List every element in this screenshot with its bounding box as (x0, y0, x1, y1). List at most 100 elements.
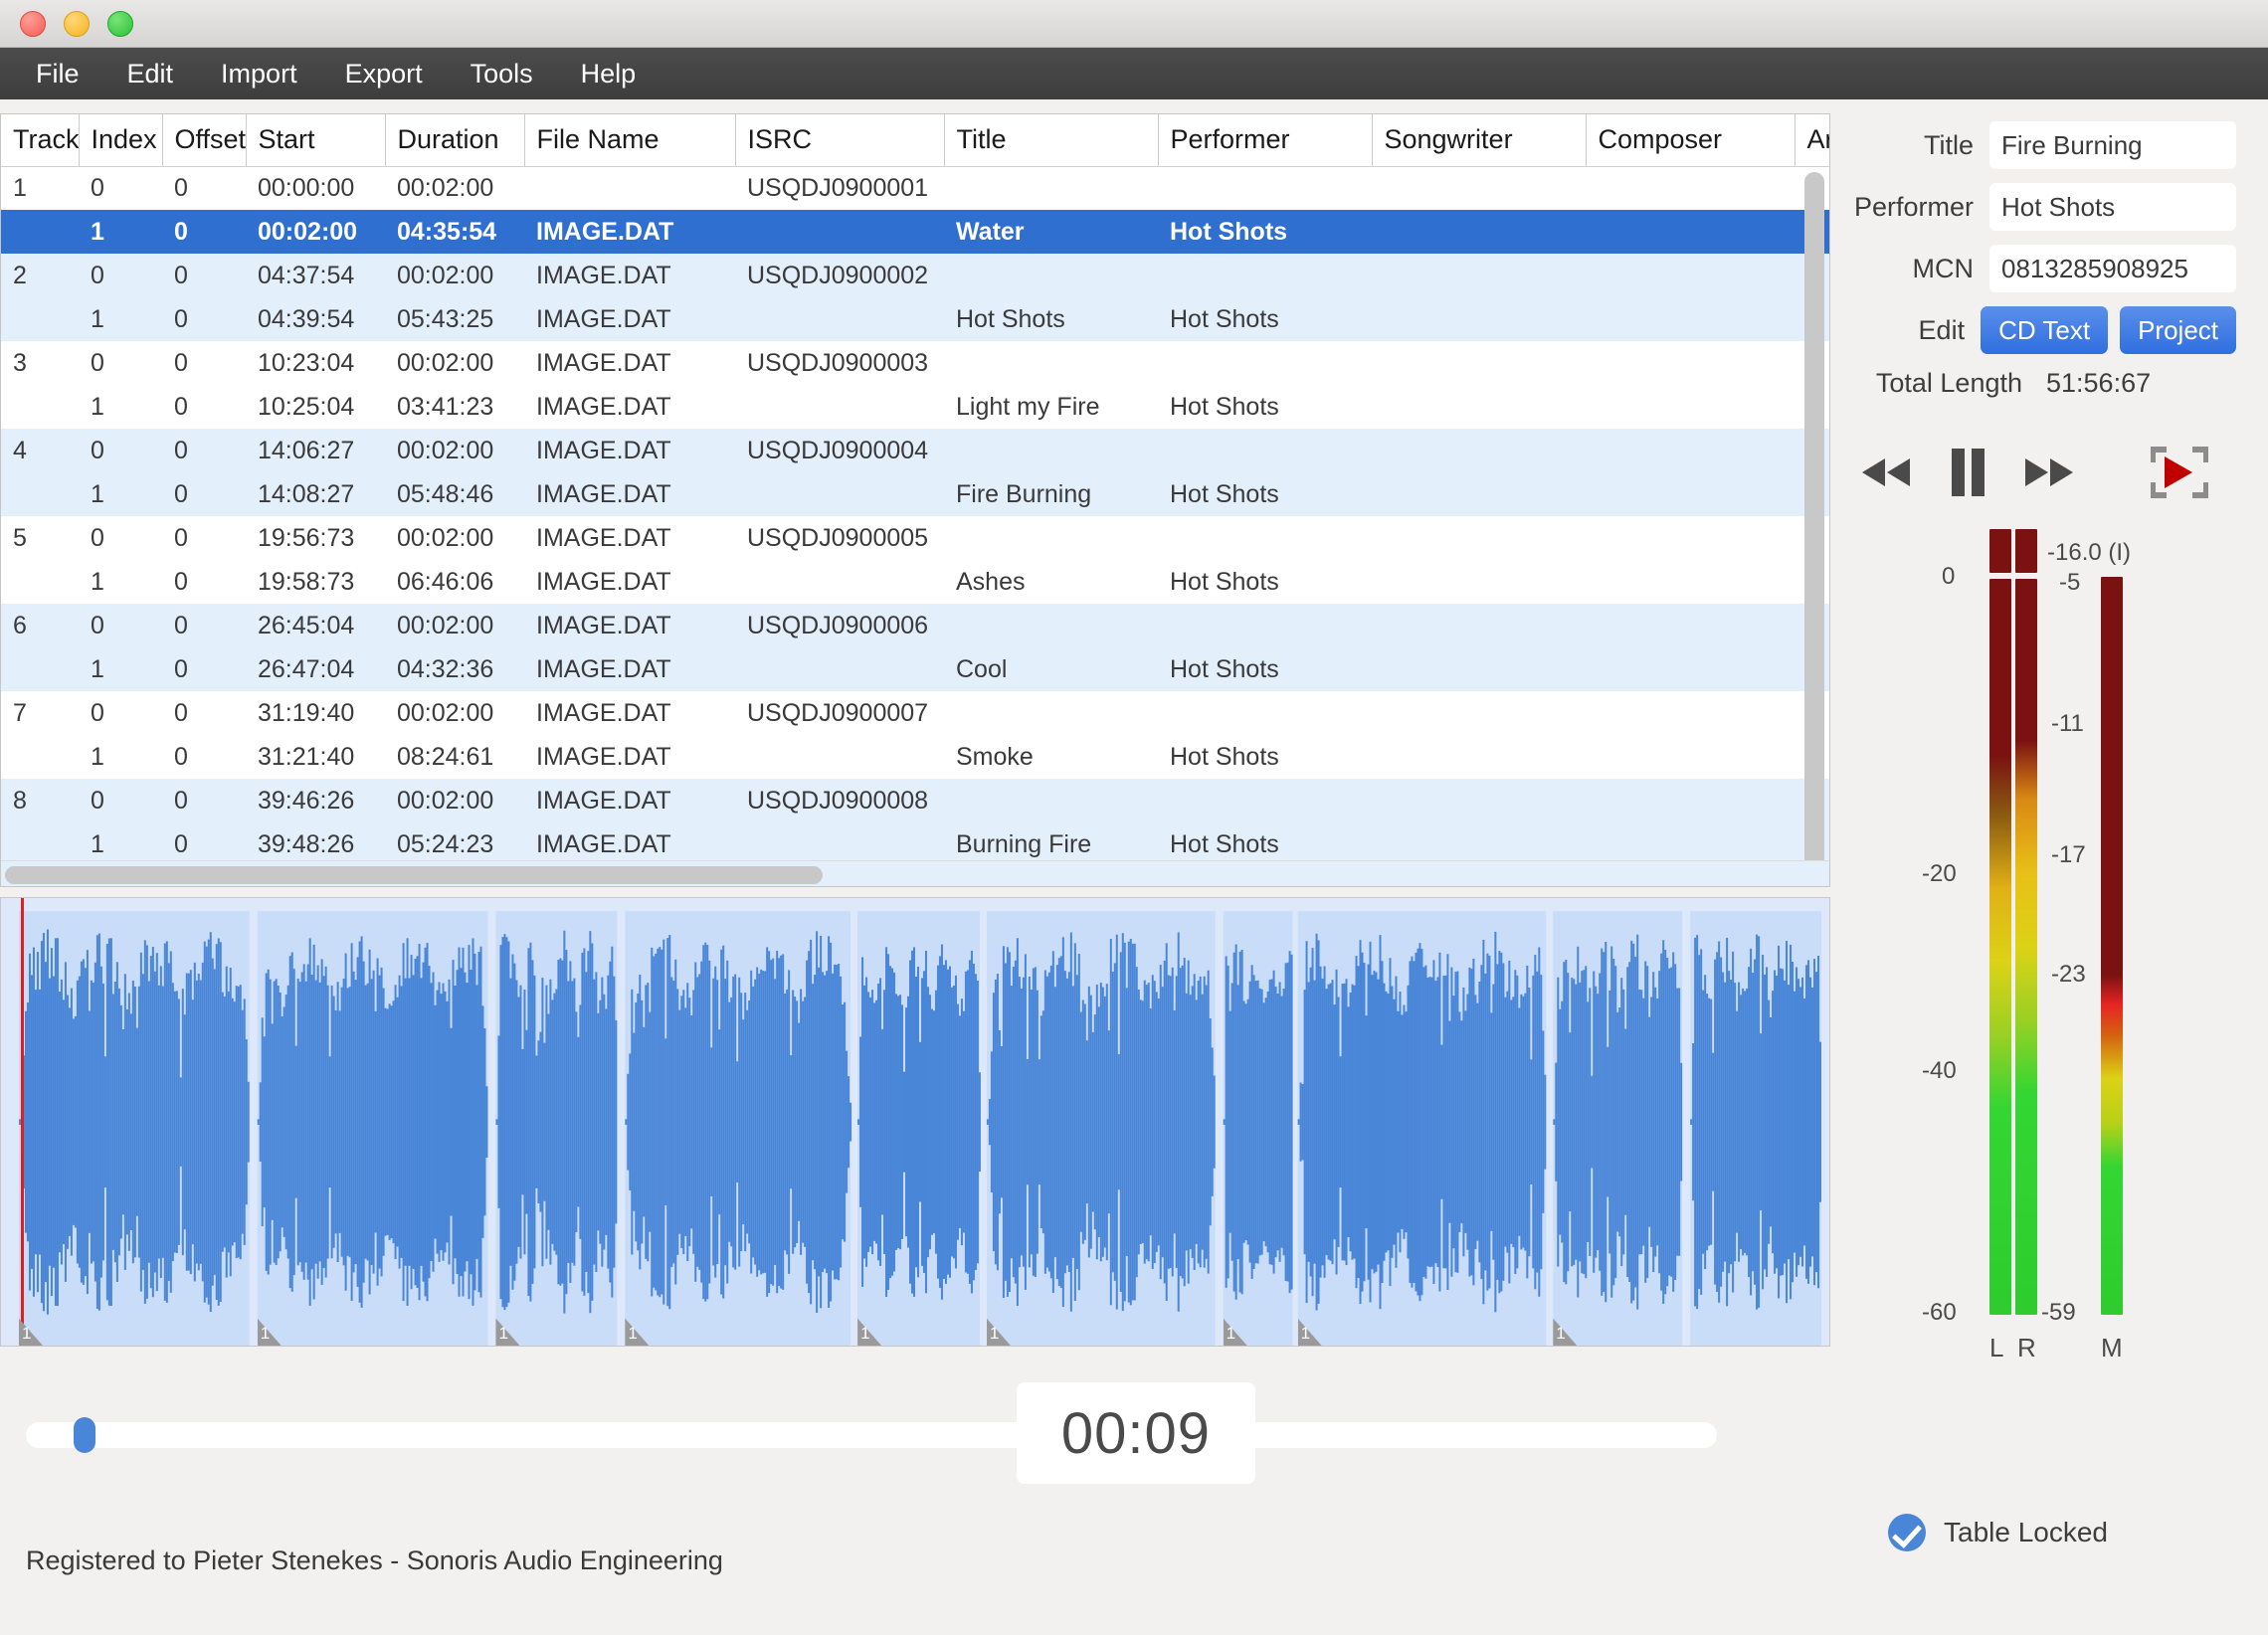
cell-performer[interactable] (1158, 166, 1372, 210)
track-marker[interactable]: 1 (857, 1308, 881, 1346)
waveform-canvas[interactable] (1, 898, 1829, 1346)
cell-file-name[interactable]: IMAGE.DAT (524, 385, 735, 429)
cell-start[interactable]: 19:56:73 (246, 516, 385, 560)
cell-performer[interactable] (1158, 691, 1372, 735)
cell-performer[interactable]: Hot Shots (1158, 297, 1372, 341)
cell-composer[interactable] (1586, 516, 1795, 560)
cell-index[interactable]: 0 (79, 779, 162, 822)
cell-file-name[interactable] (524, 166, 735, 210)
cell-file-name[interactable]: IMAGE.DAT (524, 691, 735, 735)
cell-duration[interactable]: 00:02:00 (385, 779, 524, 822)
cell-file-name[interactable]: IMAGE.DAT (524, 210, 735, 254)
close-window-button[interactable] (20, 11, 46, 37)
track-marker[interactable]: 1 (495, 1308, 519, 1346)
performer-input[interactable] (1989, 183, 2236, 231)
table-row[interactable]: 20004:37:5400:02:00IMAGE.DATUSQDJ0900002 (1, 254, 1830, 297)
column-header-songwriter[interactable]: Songwriter (1372, 114, 1586, 166)
cell-duration[interactable]: 00:02:00 (385, 516, 524, 560)
menu-item-edit[interactable]: Edit (103, 55, 198, 93)
cell-songwriter[interactable] (1372, 560, 1586, 604)
cell-file-name[interactable]: IMAGE.DAT (524, 735, 735, 779)
cell-track[interactable]: 2 (1, 254, 79, 297)
cell-title[interactable]: Ashes (944, 560, 1158, 604)
track-marker[interactable]: 1 (1553, 1308, 1577, 1346)
cell-isrc[interactable] (735, 647, 944, 691)
cell-offset[interactable]: 0 (162, 210, 246, 254)
column-header-track[interactable]: Track (1, 114, 79, 166)
track-marker[interactable]: 1 (987, 1308, 1011, 1346)
column-header-composer[interactable]: Composer (1586, 114, 1795, 166)
cell-title[interactable]: Smoke (944, 735, 1158, 779)
cell-isrc[interactable] (735, 297, 944, 341)
playhead-cursor[interactable] (21, 898, 24, 1346)
cell-file-name[interactable]: IMAGE.DAT (524, 779, 735, 822)
cell-start[interactable]: 31:19:40 (246, 691, 385, 735)
cell-file-name[interactable]: IMAGE.DAT (524, 297, 735, 341)
table-locked-checkbox-icon[interactable] (1888, 1514, 1926, 1551)
cell-track[interactable] (1, 560, 79, 604)
cell-track[interactable]: 8 (1, 779, 79, 822)
cell-track[interactable]: 6 (1, 604, 79, 647)
cell-offset[interactable]: 0 (162, 604, 246, 647)
cell-offset[interactable]: 0 (162, 647, 246, 691)
cell-track[interactable]: 5 (1, 516, 79, 560)
menu-item-help[interactable]: Help (557, 55, 661, 93)
cell-track[interactable] (1, 735, 79, 779)
cell-offset[interactable]: 0 (162, 385, 246, 429)
cell-index[interactable]: 1 (79, 560, 162, 604)
cell-duration[interactable]: 05:48:46 (385, 472, 524, 516)
cell-duration[interactable]: 05:43:25 (385, 297, 524, 341)
cell-composer[interactable] (1586, 341, 1795, 385)
project-button[interactable]: Project (2120, 306, 2236, 354)
cell-duration[interactable]: 00:02:00 (385, 691, 524, 735)
cell-duration[interactable]: 04:32:36 (385, 647, 524, 691)
table-row[interactable]: 1014:08:2705:48:46IMAGE.DATFire BurningH… (1, 472, 1830, 516)
cell-index[interactable]: 0 (79, 166, 162, 210)
cell-track[interactable]: 3 (1, 341, 79, 385)
cell-performer[interactable]: Hot Shots (1158, 385, 1372, 429)
cell-track[interactable]: 1 (1, 166, 79, 210)
cell-offset[interactable]: 0 (162, 341, 246, 385)
cell-duration[interactable]: 00:02:00 (385, 604, 524, 647)
cell-composer[interactable] (1586, 779, 1795, 822)
cell-songwriter[interactable] (1372, 604, 1586, 647)
cell-composer[interactable] (1586, 385, 1795, 429)
rewind-icon[interactable] (1860, 454, 1912, 495)
cell-track[interactable] (1, 297, 79, 341)
cell-songwriter[interactable] (1372, 516, 1586, 560)
cell-songwriter[interactable] (1372, 429, 1586, 472)
cell-start[interactable]: 19:58:73 (246, 560, 385, 604)
cell-performer[interactable] (1158, 779, 1372, 822)
cell-file-name[interactable]: IMAGE.DAT (524, 341, 735, 385)
cell-isrc[interactable] (735, 560, 944, 604)
menu-item-file[interactable]: File (12, 55, 103, 93)
cell-track[interactable]: 4 (1, 429, 79, 472)
cell-offset[interactable]: 0 (162, 472, 246, 516)
cell-offset[interactable]: 0 (162, 254, 246, 297)
cell-composer[interactable] (1586, 254, 1795, 297)
cell-composer[interactable] (1586, 472, 1795, 516)
cell-songwriter[interactable] (1372, 166, 1586, 210)
cell-composer[interactable] (1586, 647, 1795, 691)
cell-start[interactable]: 31:21:40 (246, 735, 385, 779)
fast-forward-icon[interactable] (2023, 454, 2075, 495)
cell-index[interactable]: 0 (79, 516, 162, 560)
cell-isrc[interactable]: USQDJ0900005 (735, 516, 944, 560)
table-row[interactable]: 1004:39:5405:43:25IMAGE.DATHot ShotsHot … (1, 297, 1830, 341)
cell-isrc[interactable] (735, 472, 944, 516)
column-header-start[interactable]: Start (246, 114, 385, 166)
cell-duration[interactable]: 00:02:00 (385, 254, 524, 297)
table-locked-toggle[interactable]: Table Locked (1888, 1514, 2108, 1551)
cell-songwriter[interactable] (1372, 691, 1586, 735)
cell-duration[interactable]: 00:02:00 (385, 166, 524, 210)
cell-offset[interactable]: 0 (162, 166, 246, 210)
cell-isrc[interactable]: USQDJ0900008 (735, 779, 944, 822)
cell-performer[interactable] (1158, 341, 1372, 385)
cell-offset[interactable]: 0 (162, 297, 246, 341)
cell-title[interactable]: Cool (944, 647, 1158, 691)
track-marker[interactable]: 1 (19, 1308, 43, 1346)
cell-songwriter[interactable] (1372, 297, 1586, 341)
cell-title[interactable]: Fire Burning (944, 472, 1158, 516)
cell-songwriter[interactable] (1372, 647, 1586, 691)
cell-index[interactable]: 1 (79, 210, 162, 254)
